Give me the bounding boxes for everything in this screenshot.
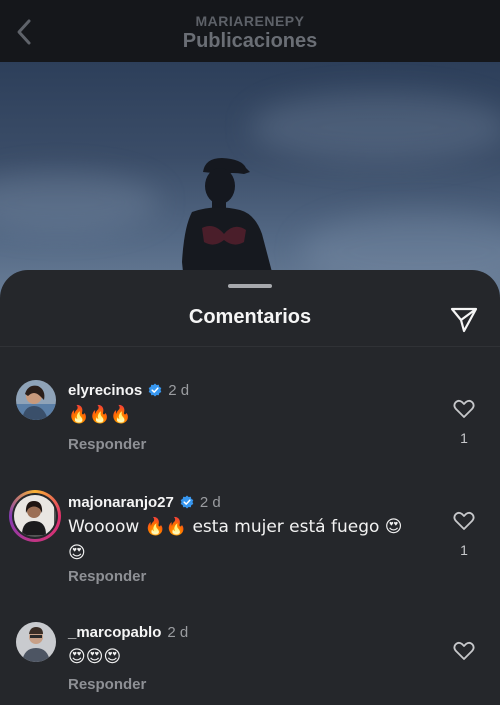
like-button[interactable] xyxy=(452,398,476,420)
heart-outline-icon xyxy=(453,399,475,418)
comment-header: _marcopablo 2 d xyxy=(68,622,188,642)
page-title: Publicaciones xyxy=(182,30,318,52)
comment-header: elyrecinos 2 d xyxy=(68,380,189,400)
chevron-left-icon xyxy=(17,19,31,45)
verified-badge-icon xyxy=(180,495,194,509)
paper-plane-icon xyxy=(450,307,478,333)
reply-button[interactable]: Responder xyxy=(68,436,146,453)
sheet-title: Comentarios xyxy=(188,306,312,328)
comment-text: 😍😍😍 xyxy=(68,647,122,667)
like-button[interactable] xyxy=(452,510,476,532)
username[interactable]: majonaranjo27 xyxy=(68,494,174,511)
username[interactable]: elyrecinos xyxy=(68,382,142,399)
account-name: MARIARENEPY xyxy=(195,13,305,29)
user-photo xyxy=(16,622,56,662)
share-button[interactable] xyxy=(448,304,480,336)
reply-button[interactable]: Responder xyxy=(68,568,146,585)
avatar[interactable] xyxy=(16,380,56,420)
top-bar: MARIARENEPY Publicaciones xyxy=(0,0,500,62)
divider xyxy=(0,346,500,347)
story-ring-avatar[interactable] xyxy=(9,490,61,542)
user-photo xyxy=(16,380,56,420)
comment-time: 2 d xyxy=(199,493,221,511)
back-button[interactable] xyxy=(8,14,40,50)
like-count: 1 xyxy=(460,542,468,558)
header-titles: MARIARENEPY Publicaciones xyxy=(183,9,318,53)
user-photo xyxy=(14,495,54,535)
like-button[interactable] xyxy=(452,640,476,662)
post-image[interactable] xyxy=(0,62,500,302)
comments-sheet: Comentarios elyrecinos 2 d 🔥🔥🔥 Responder… xyxy=(0,270,500,705)
verified-badge-icon xyxy=(148,383,162,397)
reply-button[interactable]: Responder xyxy=(68,676,146,693)
like-count: 1 xyxy=(460,430,468,446)
comment-text-line-1: Woooow 🔥🔥 esta mujer está fuego 😍 xyxy=(68,517,403,537)
comment-text: 🔥🔥🔥 xyxy=(68,405,132,425)
heart-outline-icon xyxy=(453,641,475,660)
post-comments-screen: MARIARENEPY Publicaciones Comentarios el… xyxy=(0,0,500,705)
username[interactable]: _marcopablo xyxy=(68,624,161,641)
comment-header: majonaranjo27 2 d xyxy=(68,492,221,512)
avatar[interactable] xyxy=(16,622,56,662)
comment-text-line-2: 😍 xyxy=(68,543,86,563)
person-silhouette xyxy=(182,158,276,302)
sheet-drag-handle[interactable] xyxy=(228,284,272,288)
comment-time: 2 d xyxy=(167,623,189,641)
heart-outline-icon xyxy=(453,511,475,530)
comment-time: 2 d xyxy=(168,381,190,399)
